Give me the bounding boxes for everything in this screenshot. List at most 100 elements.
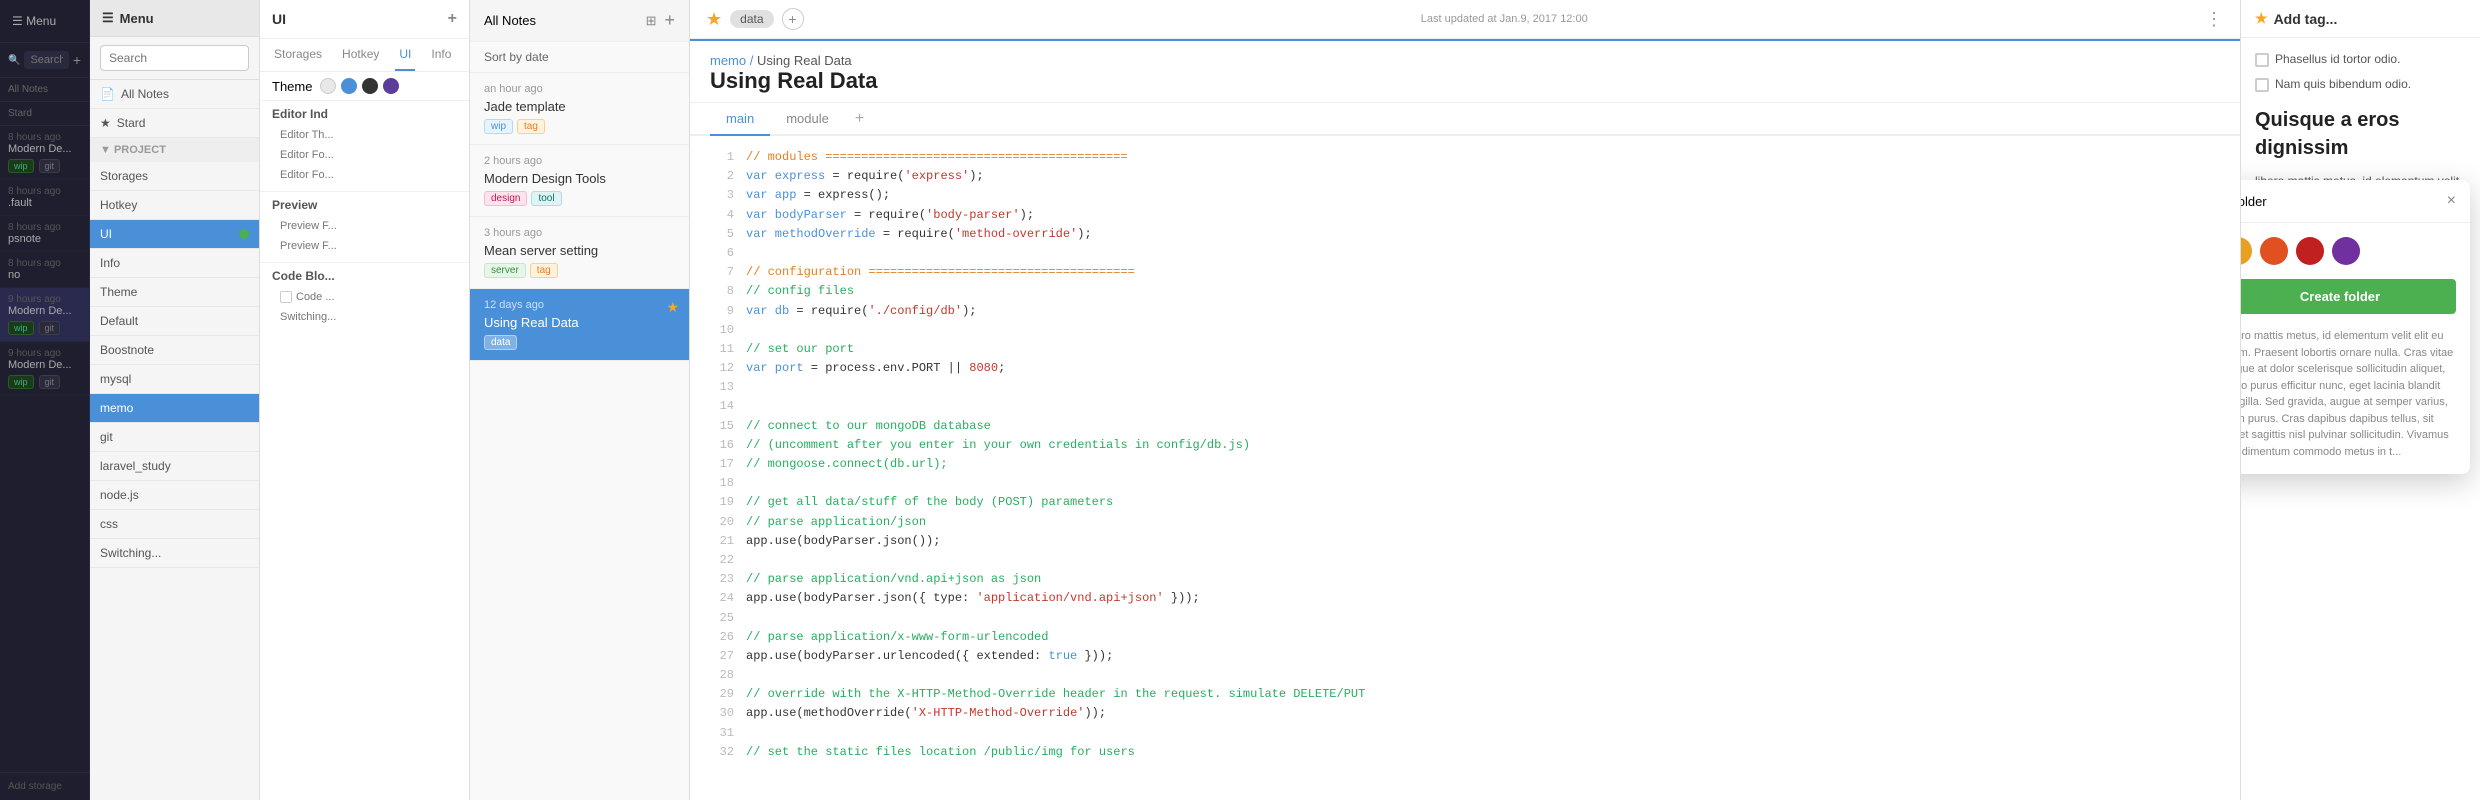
code-line: 13: [710, 378, 2220, 397]
theme-circle-dark[interactable]: [362, 78, 378, 94]
color-purple[interactable]: [2332, 237, 2360, 265]
list-item[interactable]: 9 hours ago Modern De... wip git: [0, 288, 89, 342]
note-item-modern[interactable]: 2 hours ago Modern Design Tools design t…: [470, 145, 689, 217]
note-tags: data: [484, 335, 675, 350]
tag-wip: wip: [8, 321, 34, 335]
add-storage-button[interactable]: Add storage: [0, 772, 89, 800]
editor-item-3[interactable]: Editor Fo...: [272, 165, 457, 185]
left-search-input[interactable]: [100, 45, 249, 71]
sidebar-item-switching[interactable]: Switching...: [90, 539, 259, 568]
notes-sort-bar: Sort by date: [470, 42, 689, 73]
editor-item-1[interactable]: Editor Th...: [272, 125, 457, 145]
tag-label: data: [740, 12, 763, 26]
storage-tabs: Storages Hotkey UI Info: [260, 39, 469, 72]
folder-colors: [2240, 223, 2470, 279]
code-line: 31: [710, 724, 2220, 743]
code-line: 29 // override with the X-HTTP-Method-Ov…: [710, 685, 2220, 704]
add-note-button[interactable]: +: [664, 10, 675, 31]
preview-label: Preview: [272, 198, 457, 212]
sidebar-item-info[interactable]: Info: [90, 249, 259, 278]
sidebar-item-default[interactable]: Default: [90, 307, 259, 336]
add-tag-button[interactable]: +: [782, 8, 804, 30]
sidebar-item-boostnote[interactable]: Boostnote: [90, 336, 259, 365]
list-item[interactable]: 8 hours ago Modern De... wip git: [0, 126, 89, 180]
checkbox-2[interactable]: [2255, 78, 2269, 92]
color-red[interactable]: [2296, 237, 2324, 265]
tab-main[interactable]: main: [710, 103, 770, 136]
sidebar-item-mysql[interactable]: mysql: [90, 365, 259, 394]
theme-circle-light[interactable]: [320, 78, 336, 94]
folder-dialog-header: v folder ×: [2240, 180, 2470, 223]
add-note-icon[interactable]: +: [73, 52, 81, 68]
add-folder-icon[interactable]: +: [448, 10, 457, 28]
code-line: 4 var bodyParser = require('body-parser'…: [710, 206, 2220, 225]
right-panel: ★ Add tag... Phasellus id tortor odio. N…: [2240, 0, 2480, 800]
more-options-button[interactable]: ⋮: [2205, 9, 2224, 30]
sidebar-item-theme[interactable]: Theme: [90, 278, 259, 307]
grid-view-icon[interactable]: ⊞: [646, 13, 657, 29]
editor-item-2[interactable]: Editor Fo...: [272, 145, 457, 165]
preview-item-1[interactable]: Preview F...: [272, 216, 457, 236]
preview-item-2[interactable]: Preview F...: [272, 236, 457, 256]
menu-button[interactable]: ☰ Menu: [0, 0, 89, 43]
sidebar-item-git[interactable]: git: [90, 423, 259, 452]
add-tab-button[interactable]: +: [845, 106, 874, 132]
sidebar-item-allnotes[interactable]: 📄 All Notes: [90, 80, 259, 109]
create-folder-button[interactable]: Create folder: [2240, 279, 2456, 314]
code-item-1[interactable]: Code ...: [272, 287, 457, 307]
note-item-realdata[interactable]: 12 days ago Using Real Data ★ data: [470, 289, 689, 361]
note-tags: design tool: [484, 191, 675, 206]
tab-info[interactable]: Info: [427, 39, 455, 71]
code-line: 22: [710, 551, 2220, 570]
note-item-jade[interactable]: an hour ago Jade template wip tag: [470, 73, 689, 145]
code-line: 25: [710, 609, 2220, 628]
sort-by-date[interactable]: Sort by date: [484, 50, 549, 64]
tag-git: git: [39, 159, 61, 173]
sidebar-item-stard[interactable]: ★ Stard: [90, 109, 259, 138]
theme-circle-blue[interactable]: [341, 78, 357, 94]
tab-ui[interactable]: UI: [395, 39, 415, 71]
sidebar-item-hotkey[interactable]: Hotkey: [90, 191, 259, 220]
list-item[interactable]: 8 hours ago .fault: [0, 180, 89, 216]
switching-item[interactable]: Switching...: [272, 307, 457, 327]
left-sidebar: ☰ Menu 📄 All Notes ★ Stard ▼ Project Sto…: [90, 0, 260, 800]
tag-tag: tag: [517, 119, 545, 134]
code-line: 30 app.use(methodOverride('X-HTTP-Method…: [710, 704, 2220, 723]
editor-title: Using Real Data: [710, 68, 2220, 94]
storage-header: UI +: [260, 0, 469, 39]
list-item[interactable]: 8 hours ago no: [0, 252, 89, 288]
notes-header: All Notes ⊞ +: [470, 0, 689, 42]
sidebar-item-nodejs[interactable]: node.js: [90, 481, 259, 510]
note-item-mean[interactable]: 3 hours ago Mean server setting server t…: [470, 217, 689, 289]
code-checkbox[interactable]: [280, 291, 292, 303]
color-red-orange[interactable]: [2260, 237, 2288, 265]
code-line: 15 // connect to our mongoDB database: [710, 417, 2220, 436]
editor-top-bar: ★ data + Last updated at Jan.9, 2017 12:…: [690, 0, 2240, 39]
breadcrumb: memo / Using Real Data: [710, 53, 2220, 68]
sidebar-item-memo[interactable]: memo: [90, 394, 259, 423]
code-line: 26 // parse application/x-www-form-urlen…: [710, 628, 2220, 647]
star-button[interactable]: ★: [706, 9, 722, 30]
list-item[interactable]: 8 hours ago psnote: [0, 216, 89, 252]
far-left-search-input[interactable]: [24, 51, 68, 69]
sidebar-item-css[interactable]: css: [90, 510, 259, 539]
theme-circle-purple[interactable]: [383, 78, 399, 94]
tab-storages[interactable]: Storages: [270, 39, 326, 71]
code-line: 16 // (uncomment after you enter in your…: [710, 436, 2220, 455]
color-orange[interactable]: [2240, 237, 2252, 265]
sidebar-item-ui[interactable]: UI: [90, 220, 259, 249]
folder-close-button[interactable]: ×: [2447, 192, 2456, 210]
code-area[interactable]: 1 // modules ===========================…: [690, 136, 2240, 800]
add-tag-label[interactable]: Add tag...: [2274, 11, 2338, 27]
code-block-label: Code Blo...: [272, 269, 457, 283]
checkbox-1[interactable]: [2255, 53, 2269, 67]
tab-module[interactable]: module: [770, 103, 845, 136]
stard-label[interactable]: Stard: [0, 102, 89, 126]
sidebar-item-laravel[interactable]: laravel_study: [90, 452, 259, 481]
tab-hotkey[interactable]: Hotkey: [338, 39, 383, 71]
tag-button[interactable]: data: [730, 10, 773, 28]
hamburger-icon: ☰: [12, 14, 23, 28]
far-left-sidebar: ☰ Menu 🔍 + All Notes Stard 8 hours ago M…: [0, 0, 90, 800]
sidebar-item-storages[interactable]: Storages: [90, 162, 259, 191]
list-item[interactable]: 9 hours ago Modern De... wip git: [0, 342, 89, 396]
